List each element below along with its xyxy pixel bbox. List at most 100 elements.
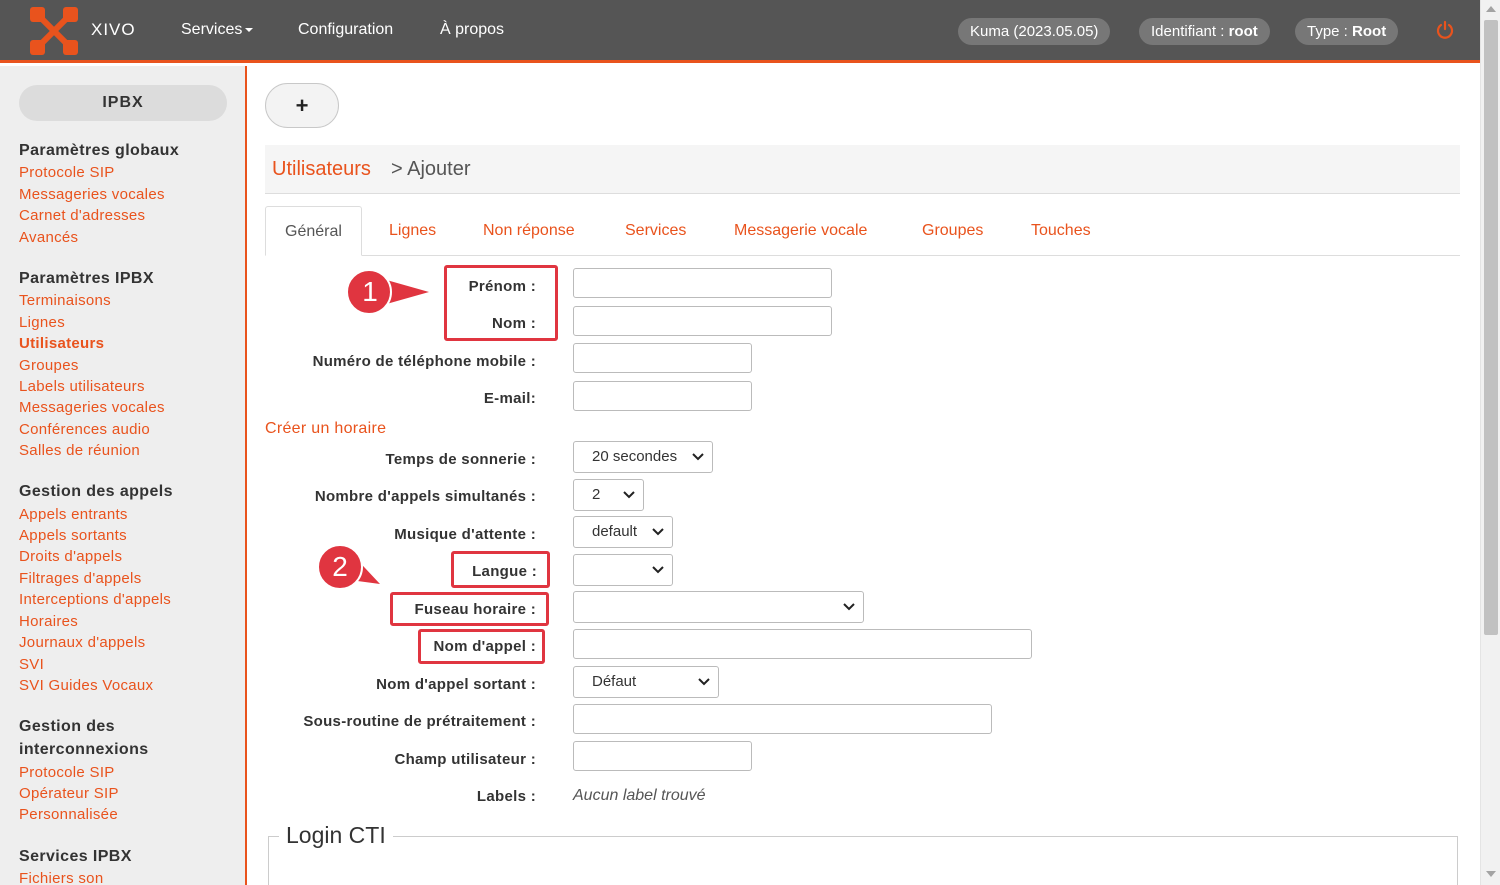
label-moh: Musique d'attente : <box>394 526 536 543</box>
sidebar-item-lignes[interactable]: Lignes <box>19 314 65 331</box>
add-button[interactable]: + <box>265 83 339 128</box>
sidebar-section-ipbx[interactable]: IPBX <box>19 85 227 121</box>
outgoing-cid-select[interactable]: Défaut <box>573 666 719 698</box>
nav-apropos[interactable]: À propos <box>440 21 504 39</box>
labels-empty-text: Aucun label trouvé <box>573 787 706 804</box>
sidebar-item-svi-guides-vocaux[interactable]: SVI Guides Vocaux <box>19 677 153 694</box>
label-labels: Labels : <box>476 788 536 805</box>
tab-non-reponse[interactable]: Non réponse <box>483 206 575 256</box>
chevron-down-icon <box>692 453 704 461</box>
annotation-box-langue <box>451 551 550 588</box>
sidebar-heading-globaux: Paramètres globaux <box>19 142 180 159</box>
moh-select[interactable]: default <box>573 516 673 548</box>
nom-input[interactable] <box>573 306 832 336</box>
callout-2-number: 2 <box>332 551 348 582</box>
sidebar-item-groupes[interactable]: Groupes <box>19 357 79 374</box>
caret-down-icon <box>245 27 254 32</box>
login-cti-legend: Login CTI <box>279 822 393 849</box>
sidebar-item-protocole-sip[interactable]: Protocole SIP <box>19 164 115 181</box>
mobile-input[interactable] <box>573 343 752 373</box>
tab-lignes[interactable]: Lignes <box>389 206 436 256</box>
simult-calls-value: 2 <box>592 486 601 503</box>
sidebar-item-avances[interactable]: Avancés <box>19 229 78 246</box>
ring-time-select[interactable]: 20 secondes <box>573 441 713 473</box>
brand-name: XIVO <box>91 20 136 39</box>
sidebar-item-svi[interactable]: SVI <box>19 656 44 673</box>
sidebar-item-fichiers-son[interactable]: Fichiers son <box>19 870 103 885</box>
sidebar-item-operateur-sip[interactable]: Opérateur SIP <box>19 785 119 802</box>
chevron-down-icon <box>652 566 664 574</box>
email-input[interactable] <box>573 381 752 411</box>
version-badge: Kuma (2023.05.05) <box>958 18 1111 45</box>
breadcrumb: Utilisateurs > Ajouter <box>265 145 1460 194</box>
sidebar-heading-appels: Gestion des appels <box>19 483 173 500</box>
sidebar-item-carnet-adresses[interactable]: Carnet d'adresses <box>19 207 145 224</box>
label-outgoing-cid: Nom d'appel sortant : <box>376 676 536 693</box>
scroll-up-arrow-icon[interactable] <box>1486 6 1496 12</box>
prenom-input[interactable] <box>573 268 832 298</box>
sidebar-heading-services-ipbx: Services IPBX <box>19 848 132 865</box>
simult-calls-select[interactable]: 2 <box>573 479 644 511</box>
timezone-select[interactable] <box>573 591 864 623</box>
top-navbar: XIVO Services Configuration À propos Kum… <box>0 0 1480 63</box>
label-mobile: Numéro de téléphone mobile : <box>312 353 536 370</box>
moh-value: default <box>592 523 638 540</box>
scroll-down-arrow-icon[interactable] <box>1486 871 1496 877</box>
label-ring-time: Temps de sonnerie : <box>385 451 536 468</box>
user-field-input[interactable] <box>573 741 752 771</box>
callout-1-number: 1 <box>362 276 378 307</box>
tab-groupes[interactable]: Groupes <box>922 206 983 256</box>
login-cti-fieldset <box>268 836 1458 885</box>
sidebar: IPBX Paramètres globaux Protocole SIP Me… <box>0 66 247 885</box>
preprocess-input[interactable] <box>573 704 992 734</box>
langue-select[interactable] <box>573 554 673 586</box>
annotation-box-caller-id <box>418 629 545 664</box>
label-user-field: Champ utilisateur : <box>394 751 536 768</box>
power-icon[interactable] <box>1435 20 1455 40</box>
chevron-down-icon <box>843 603 855 611</box>
sidebar-item-salles-reunion[interactable]: Salles de réunion <box>19 442 140 459</box>
ring-time-value: 20 secondes <box>592 448 678 465</box>
sidebar-item-appels-entrants[interactable]: Appels entrants <box>19 506 128 523</box>
sidebar-item-utilisateurs[interactable]: Utilisateurs <box>19 335 104 352</box>
tab-touches[interactable]: Touches <box>1031 206 1091 256</box>
label-email: E-mail: <box>483 390 536 407</box>
scroll-thumb[interactable] <box>1484 20 1498 635</box>
chevron-down-icon <box>698 678 710 686</box>
create-schedule-link[interactable]: Créer un horaire <box>265 420 386 438</box>
nav-configuration[interactable]: Configuration <box>298 21 393 39</box>
sidebar-item-appels-sortants[interactable]: Appels sortants <box>19 527 127 544</box>
tab-general[interactable]: Général <box>265 206 362 256</box>
label-preprocess: Sous-routine de prétraitement : <box>303 713 536 730</box>
label-simult-calls: Nombre d'appels simultanés : <box>314 488 536 505</box>
chevron-down-icon <box>652 528 664 536</box>
sidebar-heading-ipbx: Paramètres IPBX <box>19 270 154 287</box>
sidebar-heading-interconnexions: Gestion des interconnexions <box>19 718 149 758</box>
breadcrumb-link-utilisateurs[interactable]: Utilisateurs <box>272 158 371 181</box>
page-scrollbar[interactable] <box>1480 0 1500 885</box>
caller-id-input[interactable] <box>573 629 1032 659</box>
sidebar-item-terminaisons[interactable]: Terminaisons <box>19 292 111 309</box>
sidebar-item-interceptions-appels[interactable]: Interceptions d'appels <box>19 591 171 608</box>
nav-services[interactable]: Services <box>181 21 254 39</box>
breadcrumb-current: > Ajouter <box>391 158 471 180</box>
identifier-badge: Identifiant : root <box>1139 18 1270 45</box>
tab-messagerie-vocale[interactable]: Messagerie vocale <box>734 206 867 256</box>
sidebar-item-protocole-sip-interco[interactable]: Protocole SIP <box>19 764 115 781</box>
outgoing-cid-value: Défaut <box>592 673 637 690</box>
annotation-box-names <box>444 265 558 341</box>
sidebar-item-horaires[interactable]: Horaires <box>19 613 78 630</box>
tab-services[interactable]: Services <box>625 206 686 256</box>
sidebar-item-personnalisee[interactable]: Personnalisée <box>19 806 118 823</box>
annotation-box-timezone <box>390 592 549 626</box>
chevron-down-icon <box>623 491 635 499</box>
sidebar-item-messageries-vocales-ipbx[interactable]: Messageries vocales <box>19 399 165 416</box>
tab-bar: Général Lignes Non réponse Services Mess… <box>265 206 1460 256</box>
sidebar-item-filtrages-appels[interactable]: Filtrages d'appels <box>19 570 142 587</box>
sidebar-item-labels-utilisateurs[interactable]: Labels utilisateurs <box>19 378 145 395</box>
sidebar-item-journaux-appels[interactable]: Journaux d'appels <box>19 634 145 651</box>
sidebar-item-messageries-vocales[interactable]: Messageries vocales <box>19 186 165 203</box>
sidebar-item-conferences-audio[interactable]: Conférences audio <box>19 421 150 438</box>
sidebar-item-droits-appels[interactable]: Droits d'appels <box>19 548 122 565</box>
xivo-logo[interactable] <box>29 6 79 56</box>
